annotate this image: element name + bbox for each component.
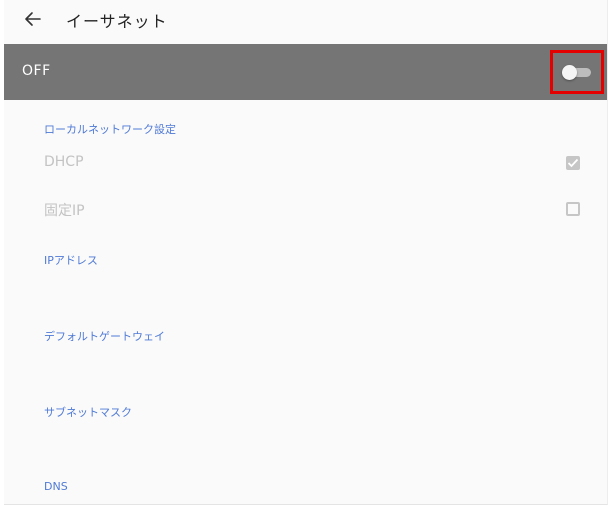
section-header-ip-address: IPアドレス bbox=[44, 254, 98, 267]
ethernet-settings-screen: イーサネット OFF ローカルネットワーク設定 DHCP 固定IP IPアドレス… bbox=[4, 0, 608, 505]
back-button[interactable] bbox=[20, 6, 46, 32]
static-ip-label: 固定IP bbox=[44, 203, 85, 219]
master-switch-bar[interactable]: OFF bbox=[4, 44, 607, 100]
static-ip-checkbox[interactable] bbox=[566, 202, 580, 216]
ethernet-toggle-switch[interactable] bbox=[550, 50, 604, 94]
section-header-default-gateway: デフォルトゲートウェイ bbox=[44, 330, 165, 343]
arrow-left-icon bbox=[25, 12, 41, 26]
title-bar: イーサネット bbox=[4, 0, 607, 44]
master-switch-label: OFF bbox=[22, 63, 51, 79]
dhcp-option[interactable]: DHCP bbox=[4, 140, 607, 186]
section-header-dns: DNS bbox=[44, 480, 68, 493]
section-header-subnet-mask: サブネットマスク bbox=[44, 406, 132, 419]
page-title: イーサネット bbox=[66, 12, 168, 31]
dhcp-label: DHCP bbox=[44, 154, 84, 170]
dhcp-checkbox[interactable] bbox=[566, 156, 580, 170]
section-header-local-network: ローカルネットワーク設定 bbox=[44, 123, 176, 136]
static-ip-option[interactable]: 固定IP bbox=[4, 186, 607, 232]
checkmark-icon bbox=[567, 158, 579, 168]
switch-thumb bbox=[562, 65, 577, 80]
